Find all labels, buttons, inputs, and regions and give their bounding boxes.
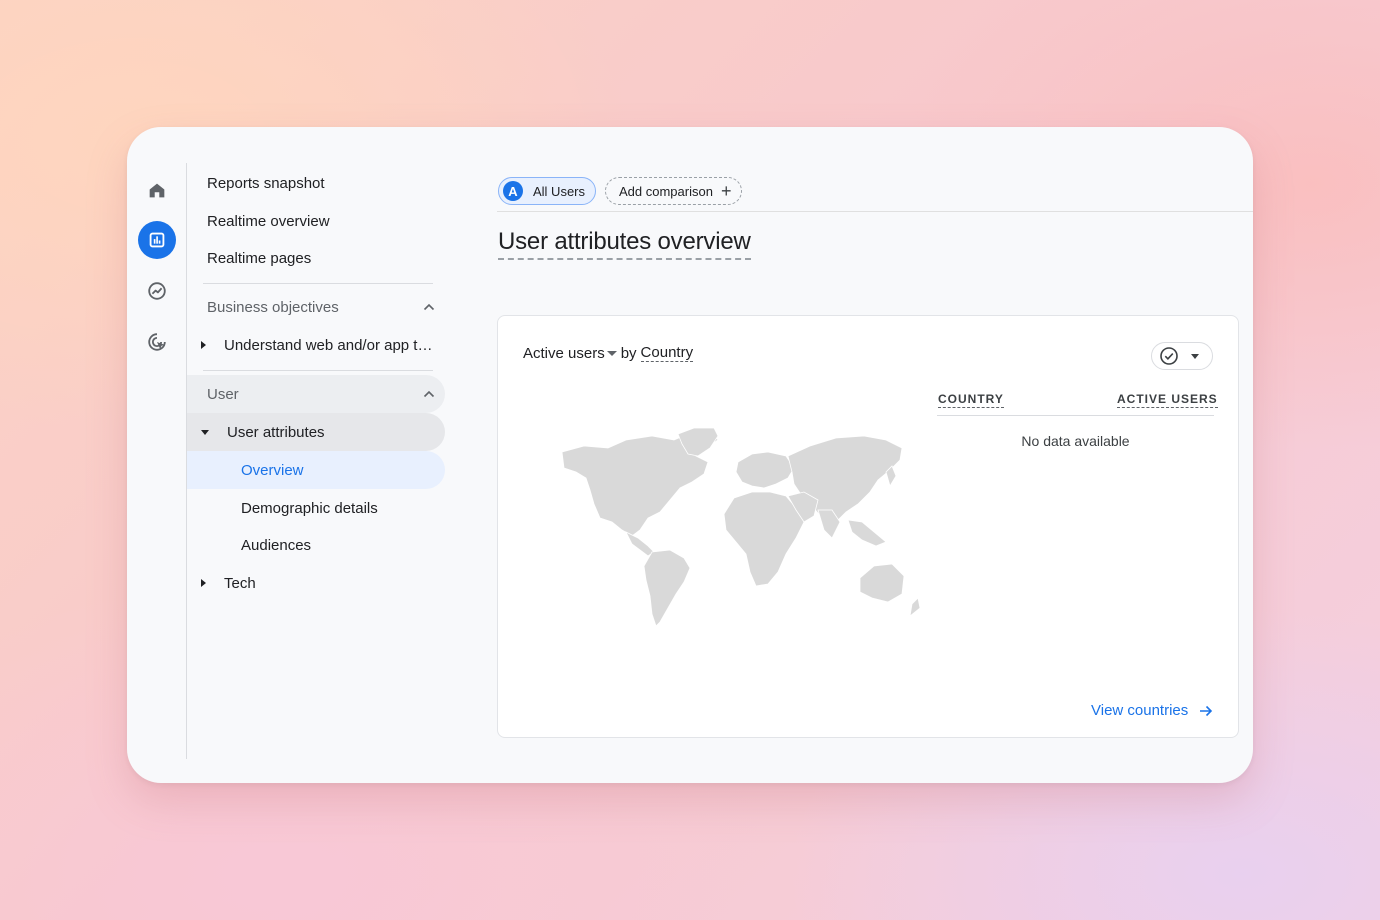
caret-down-icon bbox=[201, 429, 209, 435]
nav-item-realtime-overview[interactable]: Realtime overview bbox=[187, 202, 330, 240]
map-region-southeast-asia bbox=[847, 519, 887, 547]
icon-rail bbox=[127, 127, 187, 783]
country-card: Active users by Country COUNTRY ACTIVE U… bbox=[497, 315, 1239, 738]
chip-label: All Users bbox=[533, 183, 586, 199]
chevron-up-icon bbox=[423, 390, 435, 398]
add-comparison-button[interactable]: Add comparison + bbox=[605, 177, 742, 205]
section-label: Business objectives bbox=[207, 298, 339, 316]
dropdown-arrow-icon[interactable] bbox=[606, 350, 617, 356]
page-title: User attributes overview bbox=[498, 228, 751, 260]
nav-item-label: Understand web and/or app t… bbox=[224, 336, 433, 354]
nav-item-demographic-details[interactable]: Demographic details bbox=[187, 489, 378, 527]
nav-item-audiences[interactable]: Audiences bbox=[187, 526, 311, 564]
world-map bbox=[561, 427, 921, 627]
check-circle-icon bbox=[1160, 347, 1178, 365]
nav-item-label: Realtime overview bbox=[207, 212, 330, 230]
avatar: A bbox=[503, 181, 523, 201]
reports-icon[interactable] bbox=[138, 221, 176, 259]
nav-item-reports-snapshot[interactable]: Reports snapshot bbox=[187, 164, 325, 202]
nav-item-understand-web[interactable]: Understand web and/or app t… bbox=[187, 326, 432, 364]
compare-toggle-button[interactable] bbox=[1151, 342, 1213, 370]
nav-item-overview[interactable]: Overview bbox=[187, 451, 445, 489]
main-content: A All Users Add comparison + User attrib… bbox=[497, 127, 1253, 783]
card-title: Active users by Country bbox=[523, 344, 694, 362]
nav-item-label: Tech bbox=[224, 574, 256, 592]
nav-item-label: User attributes bbox=[227, 423, 325, 441]
nav-item-user-attributes[interactable]: User attributes bbox=[187, 413, 445, 451]
nav-item-label: Demographic details bbox=[241, 499, 378, 517]
home-icon[interactable] bbox=[138, 171, 176, 209]
chevron-up-icon bbox=[423, 303, 435, 311]
nav-item-label: Overview bbox=[241, 461, 304, 479]
arrow-right-icon bbox=[1200, 705, 1213, 716]
nav-item-label: Realtime pages bbox=[207, 249, 312, 267]
dimension-selector[interactable]: Country bbox=[640, 344, 694, 362]
empty-state-text: No data available bbox=[1021, 433, 1130, 449]
link-label: View countries bbox=[1091, 702, 1189, 719]
header-divider bbox=[497, 211, 1253, 212]
by-label: by bbox=[620, 344, 637, 362]
caret-right-icon bbox=[201, 579, 206, 587]
map-region-south-america bbox=[643, 549, 691, 627]
section-user[interactable]: User bbox=[187, 375, 445, 413]
all-users-chip[interactable]: A All Users bbox=[498, 177, 596, 205]
table-divider bbox=[937, 415, 1214, 416]
section-label: User bbox=[207, 385, 239, 403]
map-region-central-america bbox=[625, 531, 655, 557]
nav-item-realtime-pages[interactable]: Realtime pages bbox=[187, 239, 311, 277]
map-region-australia bbox=[859, 563, 905, 603]
chip-label: Add comparison bbox=[619, 183, 713, 199]
column-header-country[interactable]: COUNTRY bbox=[938, 392, 1004, 408]
report-nav: Reports snapshot Realtime overview Realt… bbox=[187, 127, 447, 783]
view-countries-link[interactable]: View countries bbox=[1091, 702, 1214, 719]
column-header-active-users[interactable]: ACTIVE USERS bbox=[1117, 392, 1218, 408]
metric-selector[interactable]: Active users bbox=[523, 345, 605, 362]
section-business-objectives[interactable]: Business objectives bbox=[187, 288, 437, 326]
map-region-europe bbox=[735, 451, 795, 489]
chevron-down-icon bbox=[1191, 353, 1199, 359]
map-region-new-zealand bbox=[909, 597, 921, 617]
nav-item-label: Audiences bbox=[241, 536, 312, 554]
plus-icon: + bbox=[720, 181, 732, 201]
nav-divider bbox=[203, 370, 433, 371]
explore-icon[interactable] bbox=[138, 272, 176, 310]
nav-item-tech[interactable]: Tech bbox=[187, 564, 256, 602]
map-region-africa bbox=[723, 491, 805, 587]
advertising-icon[interactable] bbox=[138, 323, 176, 361]
analytics-window: Reports snapshot Realtime overview Realt… bbox=[127, 127, 1253, 783]
caret-right-icon bbox=[201, 341, 206, 349]
nav-divider bbox=[203, 283, 433, 284]
nav-item-label: Reports snapshot bbox=[207, 174, 325, 192]
